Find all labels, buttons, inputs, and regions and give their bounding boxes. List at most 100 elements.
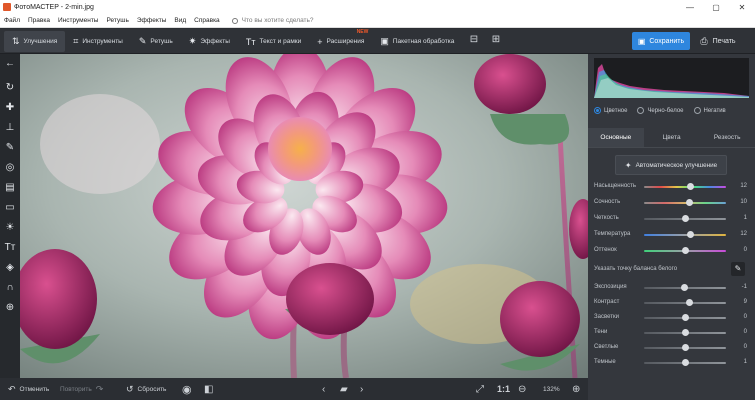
save-button-label: Сохранить [649, 37, 685, 45]
mode-negative[interactable]: Негатив [693, 107, 726, 114]
curve-icon[interactable]: ∩ [3, 281, 17, 295]
print-button-label: Печать [712, 37, 736, 45]
tab-batch[interactable]: ▣ Пакетная обработка [372, 31, 462, 52]
eyedropper-icon[interactable]: ✎ [731, 262, 745, 276]
actual-size-button[interactable]: 1:1 [497, 378, 510, 400]
auto-enhance-label: Автоматическое улучшение [635, 161, 718, 169]
menu-file[interactable]: Файл [0, 17, 24, 24]
slider-thumb[interactable] [681, 344, 689, 351]
white-balance-row: Указать точку баланса белого ✎ [594, 262, 749, 276]
toolbar-tabs: ⇅ Улучшения ⌗ Инструменты ✎ Ретушь ✷ Эфф… [4, 29, 462, 52]
redo-icon: ↷ [95, 383, 104, 394]
slider-thumb[interactable] [685, 299, 693, 306]
eye-icon[interactable]: ◉ [182, 378, 192, 400]
mode-bw[interactable]: Черно-белое [637, 107, 684, 114]
slider-thumb[interactable] [686, 199, 694, 206]
right-panel: Цветное Черно-белое Негатив Основные Цве… [588, 54, 755, 400]
minimize-button[interactable]: — [677, 0, 703, 14]
redo-button[interactable]: Повторить ↷ [60, 378, 103, 400]
rotate-icon[interactable]: ↻ [3, 81, 17, 95]
window-title: ФотоМАСТЕР - 2-min.jpg [14, 3, 94, 11]
gradient-icon[interactable]: ▤ [3, 181, 17, 195]
auto-enhance-button[interactable]: ✦ Автоматическое улучшение [615, 155, 727, 175]
zoom-out-icon[interactable]: ⊖ [518, 378, 526, 400]
menu-tools[interactable]: Инструменты [54, 17, 103, 24]
histogram [594, 58, 749, 98]
slider-thumb[interactable] [681, 247, 689, 254]
tab-sharpness[interactable]: Резкость [699, 128, 755, 147]
photo-canvas[interactable] [20, 54, 588, 378]
bandage-icon[interactable]: ✚ [3, 101, 17, 115]
prev-image-icon[interactable]: ‹ [322, 378, 325, 400]
menu-view[interactable]: Вид [170, 17, 190, 24]
fill-icon[interactable]: ◈ [3, 261, 17, 275]
tab-colors[interactable]: Цвета [644, 128, 700, 147]
split-view-icon[interactable]: ◧ [204, 378, 213, 400]
slider-value: 12 [740, 183, 747, 189]
slider-thumb[interactable] [682, 359, 690, 366]
save-button[interactable]: ▣ Сохранить [632, 32, 690, 50]
slider-track[interactable] [644, 186, 726, 188]
tab-enhance[interactable]: ⇅ Улучшения [4, 31, 66, 52]
tab-text-frames[interactable]: Tт Текст и рамки [238, 31, 309, 52]
slider-label: Экспозиция [594, 284, 627, 290]
mode-color[interactable]: Цветное [594, 107, 627, 114]
app-logo-icon [3, 3, 11, 11]
brush-icon: ✎ [138, 36, 147, 46]
tab-basic[interactable]: Основные [588, 128, 644, 147]
slider-thumb[interactable] [681, 314, 689, 321]
maximize-button[interactable]: ▢ [703, 0, 729, 14]
slider-value: 9 [743, 299, 747, 305]
left-toolbar: ← ↻ ✚ ⊥ ✎ ◎ ▤ ▭ ☀ Tт ◈ ∩ ⊕ [0, 54, 20, 378]
sun-icon[interactable]: ☀ [3, 221, 17, 235]
menu-edit[interactable]: Правка [24, 17, 54, 24]
slider-label: Температура [594, 231, 631, 237]
stamp-icon[interactable]: ⊥ [3, 121, 17, 135]
enhance-icon: ⇅ [12, 36, 20, 46]
slider-thumb[interactable] [680, 284, 688, 291]
slider-thumb[interactable] [682, 215, 690, 222]
mask-icon[interactable]: ⊕ [3, 301, 17, 315]
menu-search[interactable]: Что вы хотите сделать? [231, 17, 314, 24]
tab-extensions-label: Расширения [326, 38, 365, 45]
slider-thumb[interactable] [681, 329, 689, 336]
menu-help[interactable]: Справка [190, 17, 224, 24]
tab-effects[interactable]: ✷ Эффекты [181, 31, 238, 52]
radial-filter-icon[interactable]: ◎ [3, 161, 17, 175]
slider-thumb[interactable] [687, 231, 695, 238]
tab-extensions[interactable]: + Расширения NEW [309, 29, 372, 52]
slider-thumb[interactable] [687, 183, 695, 190]
slider-value: 1 [743, 215, 747, 221]
close-button[interactable]: ✕ [729, 0, 755, 14]
reset-button[interactable]: ↺ Сбросить [126, 378, 166, 400]
compare-icon[interactable]: ⊟ [466, 34, 482, 48]
print-button[interactable]: ⎙ Печать [694, 32, 742, 50]
menu-effects[interactable]: Эффекты [133, 17, 171, 24]
slider-label: Сочность [594, 199, 621, 205]
slider-value: 12 [740, 231, 747, 237]
slider-row: Светлые 0 [594, 343, 749, 353]
tab-retouch[interactable]: ✎ Ретушь [131, 31, 181, 52]
text-tool-icon[interactable]: Tт [3, 241, 17, 255]
next-image-icon[interactable]: › [360, 378, 363, 400]
radio-selected [594, 107, 601, 114]
slider-track[interactable] [644, 202, 726, 204]
slider-row: Насыщенность 12 [594, 182, 749, 192]
menu-search-placeholder: Что вы хотите сделать? [241, 17, 314, 24]
history-icon[interactable]: ⊞ [488, 34, 504, 48]
tab-retouch-label: Ретушь [150, 38, 173, 45]
undo-button[interactable]: ↶ Отменить [8, 378, 49, 400]
save-icon: ▣ [637, 36, 646, 46]
sparkle-icon: ✷ [188, 36, 197, 46]
zoom-in-icon[interactable]: ⊕ [572, 378, 580, 400]
fit-screen-icon[interactable]: ⤢ [476, 378, 484, 400]
slider-value: 0 [743, 329, 747, 335]
back-arrow-icon[interactable]: ← [3, 57, 17, 71]
slider-track[interactable] [644, 234, 726, 236]
tab-tools[interactable]: ⌗ Инструменты [65, 31, 131, 52]
menu-retouch[interactable]: Ретушь [102, 17, 132, 24]
vignette-icon[interactable]: ▭ [3, 201, 17, 215]
folder-icon[interactable]: ▰ [340, 378, 348, 400]
brush-tool-icon[interactable]: ✎ [3, 141, 17, 155]
slider-row: Экспозиция -1 [594, 283, 749, 293]
